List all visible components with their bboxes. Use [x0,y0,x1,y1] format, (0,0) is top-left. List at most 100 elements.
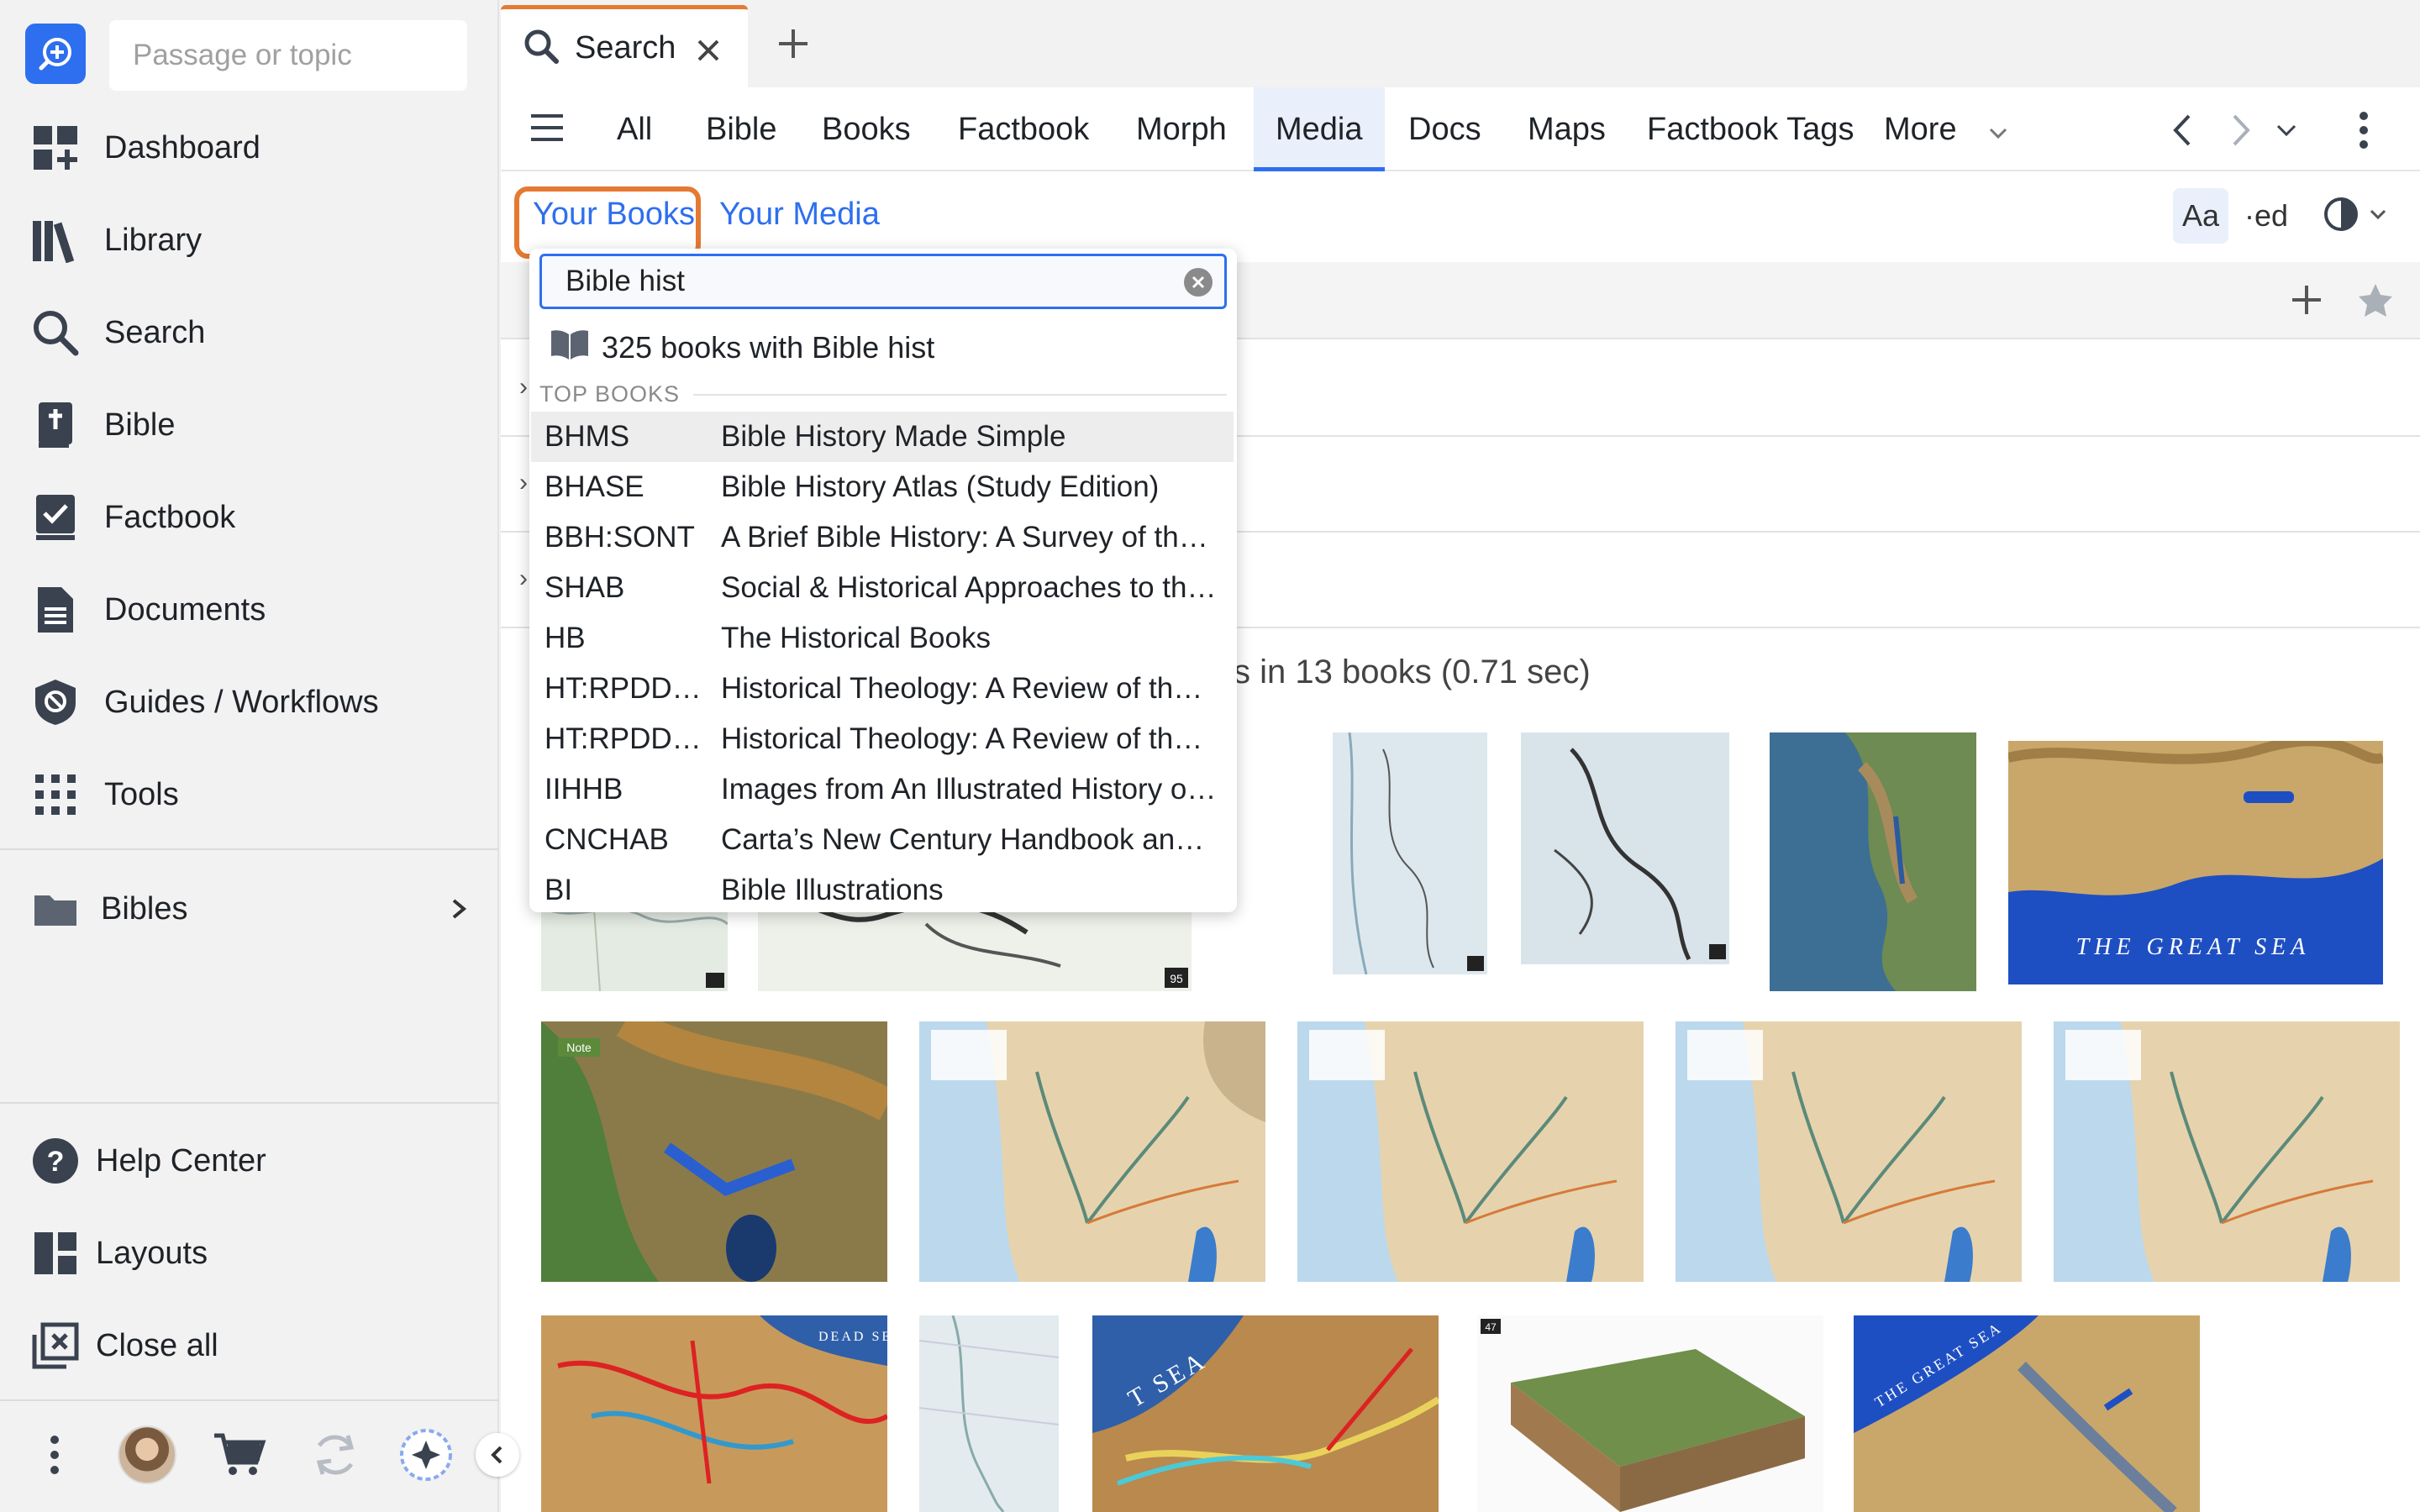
close-tab-icon[interactable] [696,31,721,71]
collection-bibles[interactable]: Bibles [0,867,499,951]
kebab-menu-icon[interactable] [25,1425,84,1484]
sidebar-item-documents[interactable]: Documents [0,568,499,652]
sidebar-item-tools[interactable]: Tools [0,753,499,837]
media-thumbnail[interactable] [1770,732,1976,991]
factbook-icon [29,491,82,544]
search-type-bible[interactable]: Bible [684,87,799,171]
search-type-docs[interactable]: Docs [1386,87,1503,171]
svg-text:?: ? [47,1146,65,1178]
book-option[interactable]: SHAB Social & Historical Approaches to th… [531,563,1234,613]
media-thumbnail[interactable] [1297,1021,1644,1282]
sidebar-item-search[interactable]: Search [0,291,499,375]
star-icon[interactable] [2349,274,2402,326]
chevron-down-icon [2370,208,2386,223]
chevron-right-icon: › [519,564,528,592]
book-option[interactable]: HT:RPDD… Historical Theology: A Review of… [531,714,1234,764]
svg-text:47: 47 [1485,1321,1497,1333]
search-type-label: All [617,111,653,147]
search-type-all[interactable]: All [595,87,674,171]
search-type-media[interactable]: Media [1254,87,1385,171]
media-thumbnail[interactable] [1521,732,1729,964]
history-dropdown-icon[interactable] [2264,108,2309,153]
tab-search[interactable]: Search [501,5,748,87]
media-thumbnail[interactable] [1333,732,1487,974]
clear-input-icon[interactable] [1184,268,1213,297]
media-thumbnail[interactable]: Note [541,1021,887,1282]
layouts-button[interactable]: Layouts [0,1211,499,1295]
book-title: Bible History Made Simple [721,420,1066,453]
media-thumbnail[interactable] [919,1315,1059,1512]
book-title: Images from An Illustrated History of… [721,773,1217,806]
avatar[interactable] [118,1425,176,1484]
scope-your-media[interactable]: Your Media [719,197,880,233]
search-type-morph[interactable]: Morph [1114,87,1249,171]
folder-icon [29,882,82,936]
book-option[interactable]: IIHHB Images from An Illustrated History … [531,764,1234,815]
search-icon [29,306,82,360]
sidebar-item-label: Tools [104,776,179,812]
book-option[interactable]: CNCHAB Carta’s New Century Handbook and… [531,815,1234,865]
media-thumbnail[interactable] [919,1021,1265,1282]
media-thumbnail[interactable]: THE GREAT SEA [2008,741,2383,984]
sync-icon[interactable] [306,1425,365,1484]
sidebar-item-guides[interactable]: Guides / Workflows [0,660,499,744]
sidebar-item-factbook[interactable]: Factbook [0,475,499,559]
menu-icon[interactable] [529,113,565,147]
search-type-maps[interactable]: Maps [1506,87,1628,171]
search-type-factbook[interactable]: Factbook [936,87,1111,171]
book-abbreviation: BBH:SONT [544,521,695,554]
sidebar-item-label: Search [104,314,206,350]
cart-icon[interactable] [210,1425,269,1484]
add-query-icon[interactable] [2281,274,2333,326]
search-type-factbook-tags[interactable]: Factbook Tags [1625,87,1876,171]
section-header: TOP BOOKS [539,381,1227,407]
sidebar-item-dashboard[interactable]: Dashboard [0,106,499,190]
book-option[interactable]: HT:RPDD… Historical Theology: A Review of… [531,664,1234,714]
help-icon: ? [29,1134,82,1188]
ai-assistant-icon[interactable] [397,1425,455,1484]
panel-menu-icon[interactable] [2341,108,2386,153]
scope-your-books[interactable]: Your Books [533,197,695,233]
help-center-label: Help Center [96,1142,266,1179]
sidebar-item-bible[interactable]: Bible [0,383,499,467]
back-icon[interactable] [2160,108,2205,153]
visual-filter-button[interactable] [2312,188,2396,244]
sidebar-item-label: Guides / Workflows [104,684,379,720]
book-abbreviation: CNCHAB [544,823,669,856]
app-logo-icon[interactable] [25,24,86,84]
forward-icon[interactable] [2218,108,2264,153]
search-type-label: Docs [1408,111,1481,147]
collapse-sidebar-button[interactable] [476,1433,519,1477]
book-filter-input[interactable] [542,256,1164,307]
media-thumbnail[interactable]: THE GREAT SEA [1854,1315,2200,1512]
search-type-label: Books [822,111,911,147]
media-thumbnail[interactable]: 47 [1477,1315,1823,1512]
book-option[interactable]: HB The Historical Books [531,613,1234,664]
media-thumbnail[interactable]: T SEA [1092,1315,1439,1512]
help-center-button[interactable]: ? Help Center [0,1119,499,1203]
search-type-label: More [1884,111,1957,147]
sidebar: Dashboard Library Search Bible Factbook … [0,0,499,1512]
add-tab-icon[interactable] [768,18,818,69]
edit-options-button[interactable]: ·ed [2238,188,2294,244]
passage-search-input[interactable] [109,20,467,91]
document-icon [29,583,82,637]
media-thumbnail[interactable]: DEAD SEA [541,1315,887,1512]
search-type-label: Factbook [958,111,1090,147]
sidebar-item-library[interactable]: Library [0,198,499,282]
book-abbreviation: BHASE [544,470,644,503]
book-option[interactable]: BBH:SONT A Brief Bible History: A Survey … [531,512,1234,563]
books-count-option[interactable]: 325 books with Bible hist [550,323,934,373]
search-type-more[interactable]: More [1862,87,2029,171]
close-all-button[interactable]: Close all [0,1304,499,1388]
book-title: Bible Illustrations [721,874,944,906]
book-title: Bible History Atlas (Study Edition) [721,470,1160,503]
book-option[interactable]: BHMS Bible History Made Simple [531,412,1234,462]
book-option[interactable]: BI Bible Illustrations [531,865,1234,916]
font-options-button[interactable]: Aa [2173,188,2228,244]
book-abbreviation: HT:RPDD… [544,722,702,755]
media-thumbnail[interactable] [2054,1021,2400,1282]
book-option[interactable]: BHASE Bible History Atlas (Study Edition) [531,462,1234,512]
media-thumbnail[interactable] [1676,1021,2022,1282]
search-type-books[interactable]: Books [800,87,933,171]
